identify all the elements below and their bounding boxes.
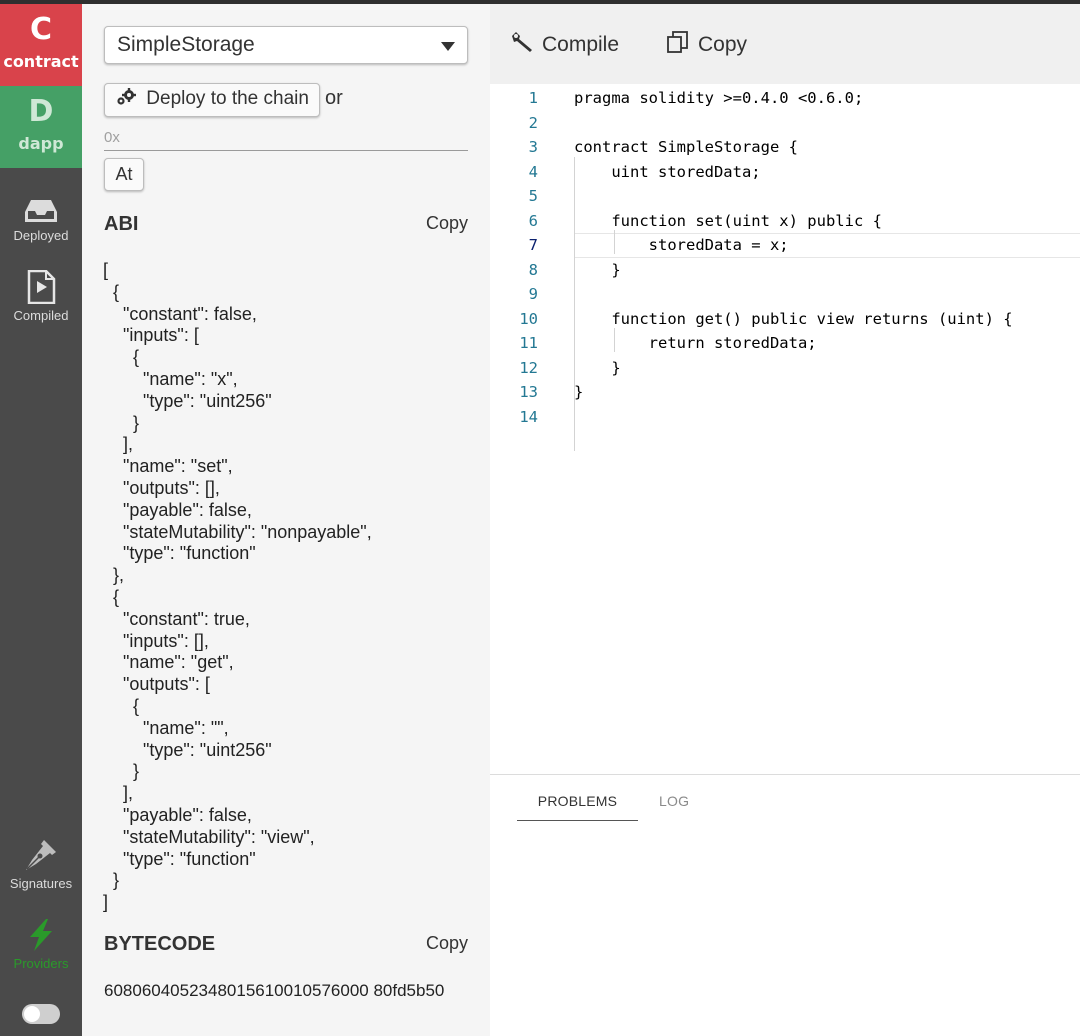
tab-problems[interactable]: PROBLEMS	[517, 793, 638, 821]
line-number: 13	[519, 383, 538, 401]
code-line[interactable]: 13}	[490, 380, 1080, 404]
code-text: uint storedData;	[574, 162, 761, 181]
code-text: }	[574, 383, 584, 401]
abi-copy-button[interactable]: Copy	[426, 213, 468, 234]
code-text: }	[574, 358, 621, 377]
rail-item-deployed[interactable]: Deployed	[0, 198, 82, 243]
code-text: contract SimpleStorage {	[574, 138, 798, 156]
code-text: function get() public view returns (uint…	[574, 309, 1013, 328]
bytecode-copy-button[interactable]: Copy	[426, 933, 468, 954]
fountain-pen-icon	[26, 840, 56, 870]
code-line[interactable]: 10 function get() public view returns (u…	[490, 307, 1080, 331]
copy-code-button[interactable]: Copy	[666, 30, 747, 57]
rail-item-compiled[interactable]: Compiled	[0, 270, 82, 323]
tab-log[interactable]: LOG	[659, 793, 689, 809]
dapp-tab-label: dapp	[18, 134, 64, 153]
line-number: 3	[528, 138, 538, 156]
rail-toggle-switch[interactable]	[22, 1004, 60, 1024]
contract-tab-label: contract	[3, 52, 79, 71]
or-text: or	[325, 87, 343, 109]
code-line[interactable]: 4 uint storedData;	[490, 160, 1080, 184]
code-line[interactable]: 5	[490, 184, 1080, 208]
contract-select-value: SimpleStorage	[117, 33, 255, 56]
contract-select[interactable]: SimpleStorage	[104, 26, 468, 64]
inbox-tray-icon	[25, 200, 57, 222]
code-line[interactable]: 2	[490, 111, 1080, 135]
at-address-button[interactable]: At	[104, 158, 144, 191]
code-line[interactable]: 12 }	[490, 356, 1080, 380]
rail-tab-dapp[interactable]: D dapp	[0, 86, 82, 168]
code-text: return storedData;	[574, 334, 817, 352]
deploy-button-label: Deploy to the chain	[146, 88, 309, 109]
copy-code-label: Copy	[698, 33, 748, 56]
dropdown-arrow-icon	[441, 42, 455, 51]
lightning-bolt-icon	[30, 919, 52, 951]
code-line[interactable]: 3 contract SimpleStorage {	[490, 135, 1080, 159]
contract-panel: SimpleStorage Deploy to the chain or At …	[82, 4, 490, 1036]
rail-tab-contract[interactable]: C contract	[0, 4, 82, 86]
rail-item-signatures[interactable]: Signatures	[0, 838, 82, 891]
signatures-label: Signatures	[9, 876, 73, 891]
left-rail: C contract D dapp Deployed Compiled Sign…	[0, 4, 82, 1036]
compiled-label: Compiled	[13, 308, 69, 323]
compile-button[interactable]: Compile	[510, 30, 619, 57]
gears-icon	[115, 88, 137, 112]
line-number: 6	[528, 211, 538, 230]
contract-address-input[interactable]	[104, 125, 468, 151]
code-line[interactable]: 9	[490, 282, 1080, 306]
line-number: 8	[528, 260, 538, 279]
abi-title: ABI	[104, 213, 139, 235]
providers-label: Providers	[13, 956, 69, 971]
compile-label: Compile	[542, 33, 620, 56]
bottom-panel: PROBLEMS LOG	[490, 774, 1080, 1036]
code-text: storedData = x;	[574, 236, 789, 254]
deploy-button[interactable]: Deploy to the chain	[104, 83, 320, 117]
line-number: 4	[528, 162, 538, 181]
line-number: 9	[528, 285, 538, 303]
code-editor[interactable]: 1 pragma solidity >=0.4.0 <0.6.0; 2 3 contra…	[490, 84, 1080, 774]
wrench-icon	[512, 32, 532, 52]
line-number: 1	[528, 89, 538, 107]
code-line[interactable]: 11 return storedData;	[490, 331, 1080, 355]
code-line[interactable]: 8 }	[490, 258, 1080, 282]
bytecode-title: BYTECODE	[104, 933, 216, 955]
bytecode-value: 6080604052348015610010576000 80fd5b50	[104, 981, 445, 1000]
code-line[interactable]: 6 function set(uint x) public {	[490, 209, 1080, 233]
deployed-label: Deployed	[13, 228, 69, 243]
abi-json: [ { "constant": false, "inputs": [ { "na…	[103, 260, 372, 913]
code-text: function set(uint x) public {	[574, 211, 882, 230]
line-number: 12	[519, 358, 538, 377]
contract-tab-letter: C	[29, 12, 53, 47]
line-number: 7	[528, 236, 538, 254]
code-text: pragma solidity >=0.4.0 <0.6.0;	[574, 89, 864, 107]
code-line[interactable]: 1 pragma solidity >=0.4.0 <0.6.0;	[490, 86, 1080, 110]
line-number: 10	[519, 309, 538, 328]
line-number: 5	[528, 187, 538, 205]
play-file-icon	[27, 270, 56, 304]
editor-toolbar: Compile Copy	[490, 4, 1080, 84]
toggle-knob	[24, 1006, 40, 1022]
line-number: 14	[519, 407, 538, 426]
line-number: 2	[528, 113, 538, 132]
copy-icon	[667, 31, 688, 53]
line-number: 11	[519, 334, 538, 352]
code-line[interactable]: 7 storedData = x;	[490, 233, 1080, 257]
code-line[interactable]: 14	[490, 405, 1080, 429]
dapp-tab-letter: D	[28, 94, 54, 129]
code-text: }	[574, 260, 621, 279]
rail-item-providers[interactable]: Providers	[0, 918, 82, 971]
